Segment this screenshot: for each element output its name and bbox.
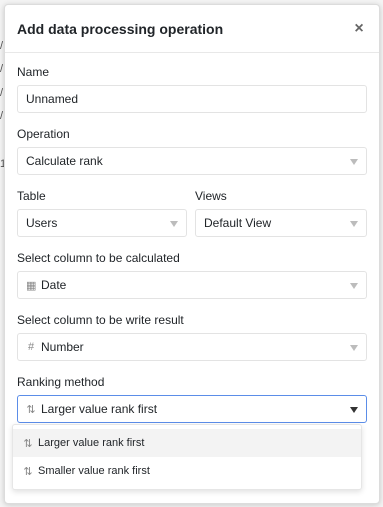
sort-desc-icon: ⇅ <box>23 437 33 450</box>
ranking-method-select[interactable]: ⇅ Larger value rank first <box>17 395 367 423</box>
calendar-icon: ▦ <box>26 279 37 292</box>
option-label: Larger value rank first <box>38 437 145 449</box>
chevron-down-icon <box>350 221 358 227</box>
hash-icon: # <box>27 341 35 353</box>
dialog-title: Add data processing operation <box>17 20 224 37</box>
calc-column-value: Date <box>41 278 67 292</box>
table-label: Table <box>17 189 46 203</box>
dropdown-option-smaller-first[interactable]: ⇅ Smaller value rank first <box>13 457 361 485</box>
operation-label: Operation <box>17 127 70 141</box>
table-select-value: Users <box>26 216 58 230</box>
ranking-method-label: Ranking method <box>17 375 105 389</box>
close-icon[interactable]: × <box>351 20 367 38</box>
calc-column-select[interactable]: ▦ Date <box>17 271 367 299</box>
dropdown-option-larger-first[interactable]: ⇅ Larger value rank first <box>13 429 361 457</box>
chevron-down-icon <box>350 283 358 289</box>
chevron-down-icon <box>350 345 358 351</box>
dialog-header: Add data processing operation × <box>5 5 379 53</box>
option-label: Smaller value rank first <box>38 465 150 477</box>
calc-column-label: Select column to be calculated <box>17 251 180 265</box>
chevron-down-icon <box>350 407 358 413</box>
ranking-method-value: Larger value rank first <box>41 402 158 416</box>
ranking-method-dropdown: ⇅ Larger value rank first ⇅ Smaller valu… <box>12 424 362 490</box>
sort-desc-icon: ⇅ <box>26 403 36 416</box>
chevron-down-icon <box>350 159 358 165</box>
views-label: Views <box>195 189 227 203</box>
table-select[interactable]: Users <box>17 209 187 237</box>
views-select-value: Default View <box>204 216 272 230</box>
sort-asc-icon: ⇅ <box>23 465 33 478</box>
name-label: Name <box>17 65 50 79</box>
chevron-down-icon <box>170 221 178 227</box>
result-column-label: Select column to be write result <box>17 313 184 327</box>
result-column-select[interactable]: # Number <box>17 333 367 361</box>
name-input-value: Unnamed <box>26 92 79 106</box>
name-input[interactable]: Unnamed <box>17 85 367 113</box>
views-select[interactable]: Default View <box>195 209 367 237</box>
operation-select[interactable]: Calculate rank <box>17 147 367 175</box>
operation-select-value: Calculate rank <box>26 154 103 168</box>
result-column-value: Number <box>41 340 84 354</box>
